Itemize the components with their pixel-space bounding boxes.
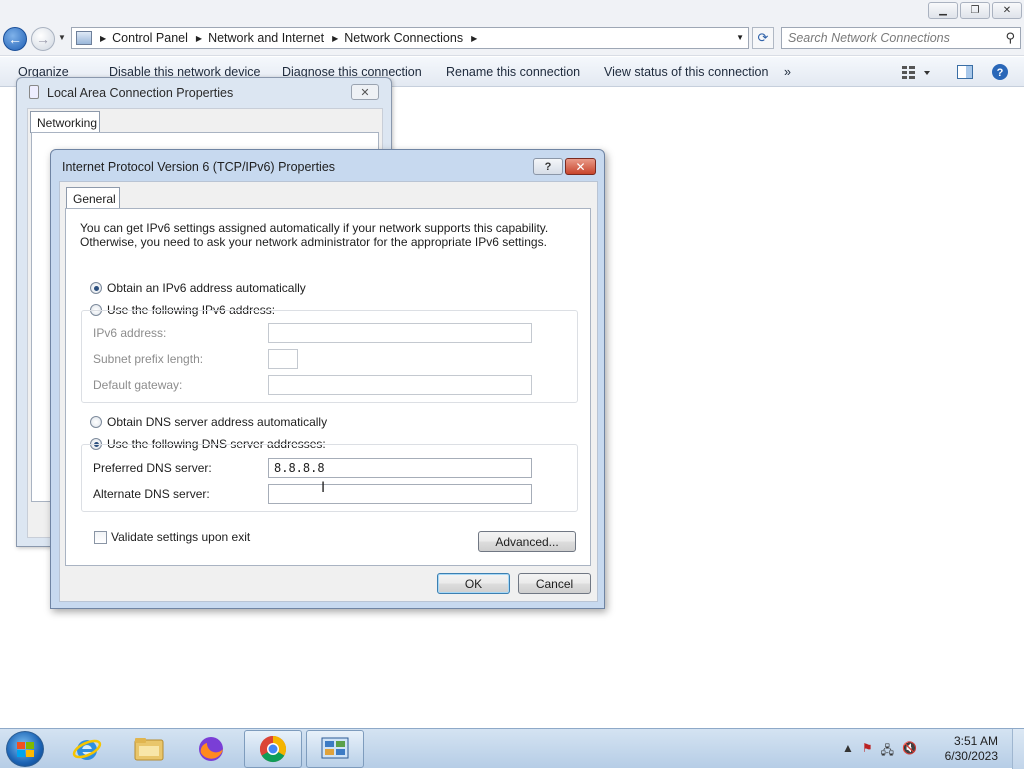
- taskbar-firefox[interactable]: [182, 730, 240, 768]
- taskbar-chrome[interactable]: [244, 730, 302, 768]
- internet-explorer-icon: [72, 739, 102, 760]
- validate-settings-label[interactable]: Validate settings upon exit: [111, 530, 250, 544]
- ipv6-address-label: IPv6 address:: [93, 326, 167, 340]
- action-center-icon[interactable]: ⚑: [862, 741, 873, 762]
- radio-button[interactable]: [90, 416, 102, 428]
- close-icon: ✕: [575, 159, 586, 174]
- forward-arrow-icon: →: [36, 31, 50, 47]
- dialog-title: Internet Protocol Version 6 (TCP/IPv6) P…: [62, 160, 336, 174]
- refresh-button[interactable]: ⟳: [752, 27, 774, 49]
- radio-obtain-ipv6-auto[interactable]: Obtain an IPv6 address automatically: [90, 281, 306, 295]
- breadcrumb-network-connections[interactable]: Network Connections: [344, 31, 463, 45]
- minimize-button[interactable]: ▁: [928, 2, 958, 19]
- rename-connection-command[interactable]: Rename this connection: [446, 65, 580, 79]
- lan-dialog-title: Local Area Connection Properties: [47, 86, 234, 100]
- address-bar[interactable]: ▶ Control Panel ▶ Network and Internet ▶…: [71, 27, 749, 49]
- lan-close-button[interactable]: ✕: [351, 84, 379, 100]
- default-gateway-field[interactable]: [268, 375, 532, 395]
- preferred-dns-field[interactable]: 8.8.8.8: [268, 458, 532, 478]
- radio-obtain-dns-auto-label[interactable]: Obtain DNS server address automatically: [107, 415, 327, 429]
- tab-general[interactable]: General: [66, 187, 120, 209]
- taskbar-clock[interactable]: 3:51 AM 6/30/2023: [938, 734, 998, 764]
- text-cursor-icon: I: [321, 480, 326, 496]
- radio-button-checked[interactable]: [90, 282, 102, 294]
- svg-text:?: ?: [997, 67, 1004, 79]
- navigation-row: ← → ▼ ▶ Control Panel ▶ Network and Inte…: [0, 24, 1024, 54]
- ipv6-address-field[interactable]: [268, 323, 532, 343]
- preferred-dns-label: Preferred DNS server:: [93, 461, 212, 475]
- back-button[interactable]: ←: [3, 27, 27, 51]
- advanced-button[interactable]: Advanced...: [478, 531, 576, 552]
- general-tab-panel: You can get IPv6 settings assigned autom…: [65, 208, 591, 566]
- control-panel-icon: [76, 31, 92, 45]
- ipv6-description: You can get IPv6 settings assigned autom…: [80, 221, 549, 249]
- question-mark-icon: ?: [544, 160, 552, 173]
- cancel-button[interactable]: Cancel: [518, 573, 591, 594]
- tab-networking[interactable]: Networking: [30, 111, 100, 133]
- breadcrumb-chevron-icon[interactable]: ▶: [471, 34, 477, 43]
- recent-pages-dropdown[interactable]: ▼: [58, 33, 66, 42]
- dialog-body: General You can get IPv6 settings assign…: [59, 181, 598, 602]
- window-caption-buttons: ▁ ❐ ✕: [928, 2, 1022, 19]
- taskbar-network-connections[interactable]: [306, 730, 364, 768]
- help-icon[interactable]: ?: [991, 63, 1009, 81]
- tab-general-label: General: [73, 192, 116, 206]
- system-tray: ▲ ⚑ 🖧 🔇: [842, 741, 917, 762]
- show-desktop-button[interactable]: [1012, 729, 1024, 769]
- firefox-icon: [199, 737, 223, 761]
- chrome-icon: [259, 735, 287, 763]
- refresh-icon: ⟳: [757, 30, 769, 45]
- ok-button[interactable]: OK: [437, 573, 510, 594]
- back-arrow-icon: ←: [8, 31, 22, 47]
- taskbar: ▲ ⚑ 🖧 🔇 3:51 AM 6/30/2023: [0, 728, 1024, 769]
- checkbox-unchecked[interactable]: [94, 530, 107, 544]
- radio-obtain-ipv6-auto-label[interactable]: Obtain an IPv6 address automatically: [107, 281, 306, 295]
- start-button[interactable]: [6, 731, 44, 767]
- preview-pane-icon[interactable]: [956, 63, 974, 81]
- show-hidden-icons-icon[interactable]: ▲: [842, 741, 854, 762]
- network-adapter-icon: [29, 85, 39, 99]
- windows-logo-icon: [16, 741, 34, 757]
- forward-button[interactable]: →: [31, 27, 55, 51]
- control-panel-icon: [321, 737, 349, 759]
- search-placeholder: Search Network Connections: [788, 31, 950, 45]
- volume-muted-icon[interactable]: 🔇: [902, 741, 917, 762]
- default-gateway-label: Default gateway:: [93, 378, 183, 392]
- taskbar-internet-explorer[interactable]: [58, 730, 116, 768]
- breadcrumb-control-panel[interactable]: Control Panel: [112, 31, 188, 45]
- breadcrumb-chevron-icon[interactable]: ▶: [100, 34, 106, 43]
- close-icon: ✕: [360, 86, 370, 99]
- dialog-close-button[interactable]: ✕: [565, 158, 596, 175]
- ipv6-properties-dialog: Internet Protocol Version 6 (TCP/IPv6) P…: [50, 149, 605, 609]
- close-window-button[interactable]: ✕: [992, 2, 1022, 19]
- alternate-dns-field[interactable]: [268, 484, 532, 504]
- view-status-command[interactable]: View status of this connection: [604, 65, 768, 79]
- address-dropdown-icon[interactable]: ▼: [736, 33, 744, 42]
- breadcrumb-chevron-icon[interactable]: ▶: [332, 34, 338, 43]
- radio-obtain-dns-auto[interactable]: Obtain DNS server address automatically: [90, 415, 327, 429]
- clock-date: 6/30/2023: [944, 749, 998, 763]
- search-input[interactable]: Search Network Connections ⚲: [781, 27, 1021, 49]
- search-icon[interactable]: ⚲: [1005, 30, 1015, 46]
- subnet-prefix-field[interactable]: [268, 349, 298, 369]
- clock-time: 3:51 AM: [953, 734, 998, 748]
- subnet-prefix-label: Subnet prefix length:: [93, 352, 204, 366]
- more-commands-chevron[interactable]: »: [784, 65, 791, 79]
- dialog-help-button[interactable]: ?: [533, 158, 563, 175]
- alternate-dns-label: Alternate DNS server:: [93, 487, 210, 501]
- breadcrumb-chevron-icon[interactable]: ▶: [196, 34, 202, 43]
- folder-icon: [134, 738, 164, 761]
- tab-networking-label: Networking: [37, 116, 98, 130]
- explorer-titlebar-area: ▁ ❐ ✕ ← → ▼ ▶ Control Panel ▶ Network an…: [0, 0, 1024, 56]
- change-view-icon[interactable]: [900, 63, 930, 81]
- restore-button[interactable]: ❐: [960, 2, 990, 19]
- breadcrumb-network-and-internet[interactable]: Network and Internet: [208, 31, 324, 45]
- taskbar-file-explorer[interactable]: [120, 730, 178, 768]
- network-status-icon[interactable]: 🖧: [881, 741, 894, 762]
- validate-settings-checkbox[interactable]: Validate settings upon exit: [94, 530, 250, 544]
